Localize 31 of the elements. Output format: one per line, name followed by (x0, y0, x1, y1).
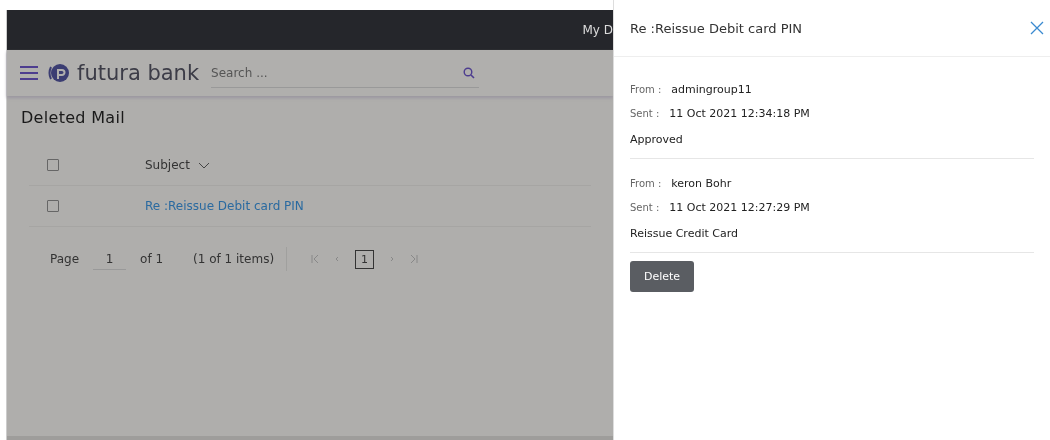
logo-icon (47, 62, 69, 84)
close-icon[interactable] (1030, 21, 1044, 35)
sent-date: 11 Oct 2021 12:27:29 PM (669, 200, 810, 214)
sent-label: Sent : (630, 107, 660, 119)
delete-button[interactable]: Delete (630, 261, 695, 292)
select-all-checkbox[interactable] (47, 159, 59, 171)
sender-name: keron Bohr (671, 176, 732, 190)
from-label: From : (630, 83, 662, 95)
page-input[interactable]: 1 (93, 248, 127, 270)
row-checkbox[interactable] (47, 200, 59, 212)
current-page[interactable]: 1 (355, 249, 375, 269)
page-label: Page (50, 252, 80, 266)
page-title: Deleted Mail (20, 107, 126, 127)
top-bar-link[interactable]: My D (582, 23, 613, 37)
menu-icon[interactable] (19, 65, 39, 81)
sender-name: admingroup11 (671, 82, 752, 96)
first-page-icon[interactable] (311, 254, 320, 264)
panel-title: Re :Reissue Debit card PIN (630, 20, 803, 36)
message-body: Reissue Credit Card (630, 227, 739, 240)
brand-name: futura bank (77, 61, 200, 85)
search-field[interactable]: Search ... (211, 58, 480, 88)
last-page-icon[interactable] (410, 254, 419, 264)
items-count: (1 of 1 items) (193, 252, 275, 266)
search-icon[interactable] (463, 67, 476, 79)
sent-label: Sent : (630, 201, 660, 213)
column-header[interactable]: Subject (145, 158, 210, 172)
chevron-down-icon (197, 161, 210, 169)
sent-date: 11 Oct 2021 12:34:18 PM (669, 106, 810, 120)
message-body: Approved (630, 133, 684, 146)
page-count: of 1 (140, 252, 164, 266)
from-label: From : (630, 177, 662, 189)
